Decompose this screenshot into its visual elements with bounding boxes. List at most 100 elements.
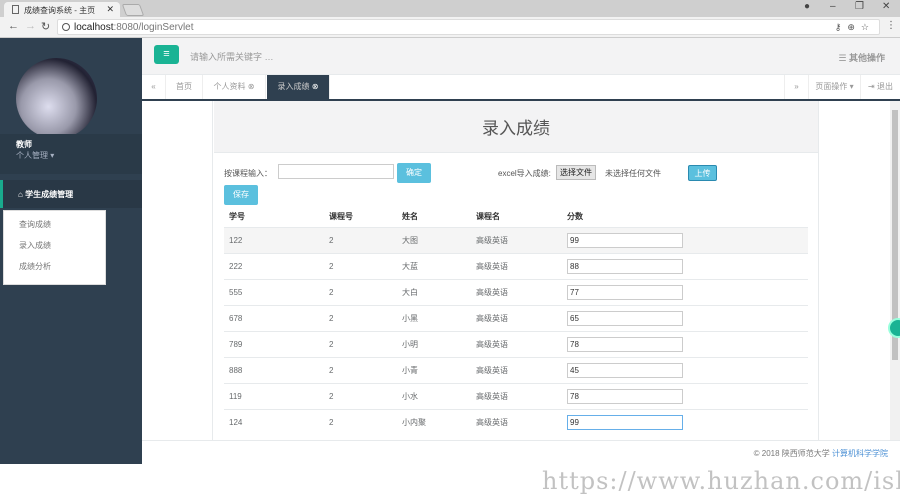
cell: 2 <box>324 357 397 383</box>
menu-toggle-button[interactable]: ≡ <box>154 45 179 64</box>
score-input[interactable] <box>567 389 683 404</box>
table-row: 6782小黑高级英语 <box>224 305 808 331</box>
cell: 大蓝 <box>397 253 471 279</box>
minimize-button[interactable]: – <box>830 1 836 12</box>
cell: 小明 <box>397 331 471 357</box>
tab-active-label: 录入成绩 <box>278 82 310 91</box>
tab-enter-scores[interactable]: 录入成绩 ⊗ <box>267 75 330 99</box>
close-tab-icon[interactable]: ✕ <box>106 4 114 15</box>
cell: 222 <box>224 253 324 279</box>
close-window-button[interactable]: ✕ <box>882 1 890 12</box>
sidebar-item-query[interactable]: 查询成绩 <box>4 211 105 232</box>
sidebar-item-analysis[interactable]: 成绩分析 <box>4 253 105 274</box>
scroll-left-icon[interactable]: « <box>142 75 166 99</box>
score-input[interactable] <box>567 337 683 352</box>
left-gutter <box>142 101 213 440</box>
browser-tab-strip: 成绩查询系统 - 主页 ✕ ● – ❐ ✕ <box>0 0 900 17</box>
score-input[interactable] <box>567 311 683 326</box>
page-icon <box>12 5 19 14</box>
col-course-name: 课程名 <box>471 207 562 227</box>
copyright: © 2018 陕西师范大学 <box>754 449 830 458</box>
zoom-icon[interactable]: ⊕ <box>847 22 861 32</box>
score-input[interactable] <box>567 285 683 300</box>
star-icon[interactable]: ☆ <box>861 22 875 32</box>
cell: 小水 <box>397 383 471 409</box>
cell: 高级英语 <box>471 279 562 305</box>
maximize-button[interactable]: ❐ <box>855 1 864 12</box>
cell: 2 <box>324 279 397 305</box>
sidebar: 教师 个人管理 ▾ ⌂ 学生成绩管理 查询成绩 录入成绩 成绩分析 <box>0 38 142 464</box>
table-row: 1222大图高级英语 <box>224 227 808 253</box>
save-button[interactable]: 保存 <box>224 185 258 205</box>
score-cell <box>562 227 808 253</box>
user-menu-dropdown[interactable]: 个人管理 ▾ <box>16 150 54 161</box>
url-input[interactable]: localhost:8080/loginServlet ⚷⊕☆ <box>57 19 880 35</box>
file-status: 未选择任何文件 <box>605 168 661 179</box>
other-ops-button[interactable]: ☰ 其他操作 <box>838 51 885 64</box>
score-cell <box>562 331 808 357</box>
tab-profile-label: 个人资料 <box>214 82 246 91</box>
cell: 789 <box>224 331 324 357</box>
logout-icon: ⇥ <box>868 82 875 91</box>
new-tab-button[interactable] <box>122 4 144 16</box>
cell: 2 <box>324 331 397 357</box>
browser-menu-icon[interactable]: ⋮ <box>886 20 896 31</box>
top-navbar: ≡ 请输入所需关键字 … ☰ 其他操作 <box>142 38 900 75</box>
submenu: 查询成绩 录入成绩 成绩分析 <box>3 210 106 285</box>
cell: 高级英语 <box>471 357 562 383</box>
col-name: 姓名 <box>397 207 471 227</box>
list-icon: ☰ <box>838 53 846 63</box>
forward-icon[interactable]: → <box>25 20 36 32</box>
logout-label: 退出 <box>877 82 893 91</box>
table-row: 2222大蓝高级英语 <box>224 253 808 279</box>
close-icon[interactable]: ⊗ <box>248 82 255 91</box>
key-icon[interactable]: ⚷ <box>835 22 848 32</box>
info-icon[interactable] <box>62 23 70 31</box>
college-link[interactable]: 计算机科学学院 <box>832 449 888 458</box>
tab-profile[interactable]: 个人资料 ⊗ <box>203 75 266 99</box>
cell: 高级英语 <box>471 383 562 409</box>
score-input[interactable] <box>567 415 683 430</box>
scores-table: 学号 课程号 姓名 课程名 分数 1222大图高级英语2222大蓝高级英语555… <box>224 207 808 435</box>
tab-title: 成绩查询系统 - 主页 <box>24 6 95 15</box>
upload-button[interactable]: 上传 <box>688 165 717 181</box>
sidebar-item-enter[interactable]: 录入成绩 <box>4 232 105 253</box>
table-row: 7892小明高级英语 <box>224 331 808 357</box>
page-ops-dropdown[interactable]: 页面操作 ▾ <box>809 75 861 99</box>
close-icon[interactable]: ⊗ <box>312 82 319 91</box>
sidebar-item-score-management[interactable]: ⌂ 学生成绩管理 <box>0 180 142 208</box>
scrollbar[interactable] <box>890 101 900 440</box>
score-cell <box>562 253 808 279</box>
search-input[interactable]: 请输入所需关键字 … <box>190 50 274 63</box>
cell: 2 <box>324 227 397 253</box>
scroll-right-icon[interactable]: » <box>784 75 809 99</box>
score-input[interactable] <box>567 363 683 378</box>
confirm-button[interactable]: 确定 <box>397 163 431 183</box>
url-host: localhost <box>74 22 113 33</box>
address-bar-row: ← → ↻ localhost:8080/loginServlet ⚷⊕☆ ⋮ <box>0 17 900 38</box>
cell: 高级英语 <box>471 409 562 435</box>
course-label: 按课程输入： <box>224 168 272 179</box>
avatar <box>16 58 97 139</box>
main-content: 录入成绩 按课程输入： 确定 excel导入成绩: 选择文件 未选择任何文件 上… <box>142 101 890 440</box>
cell: 888 <box>224 357 324 383</box>
excel-label: excel导入成绩: <box>498 168 551 179</box>
choose-file-button[interactable]: 选择文件 <box>556 165 596 180</box>
reload-icon[interactable]: ↻ <box>41 20 50 33</box>
table-row: 5552大白高级英语 <box>224 279 808 305</box>
score-input[interactable] <box>567 259 683 274</box>
profile-icon[interactable]: ● <box>804 1 810 12</box>
table-row: 8882小青高级英语 <box>224 357 808 383</box>
cell: 高级英语 <box>471 227 562 253</box>
browser-tab[interactable]: 成绩查询系统 - 主页 ✕ <box>4 2 120 17</box>
score-cell <box>562 409 808 435</box>
score-input[interactable] <box>567 233 683 248</box>
cell: 122 <box>224 227 324 253</box>
url-path: :8080/loginServlet <box>113 22 193 33</box>
course-input[interactable] <box>278 164 394 179</box>
logout-button[interactable]: ⇥ 退出 <box>861 75 900 99</box>
cell: 高级英语 <box>471 305 562 331</box>
back-icon[interactable]: ← <box>8 20 19 32</box>
cell: 555 <box>224 279 324 305</box>
tab-home[interactable]: 首页 <box>166 75 203 99</box>
